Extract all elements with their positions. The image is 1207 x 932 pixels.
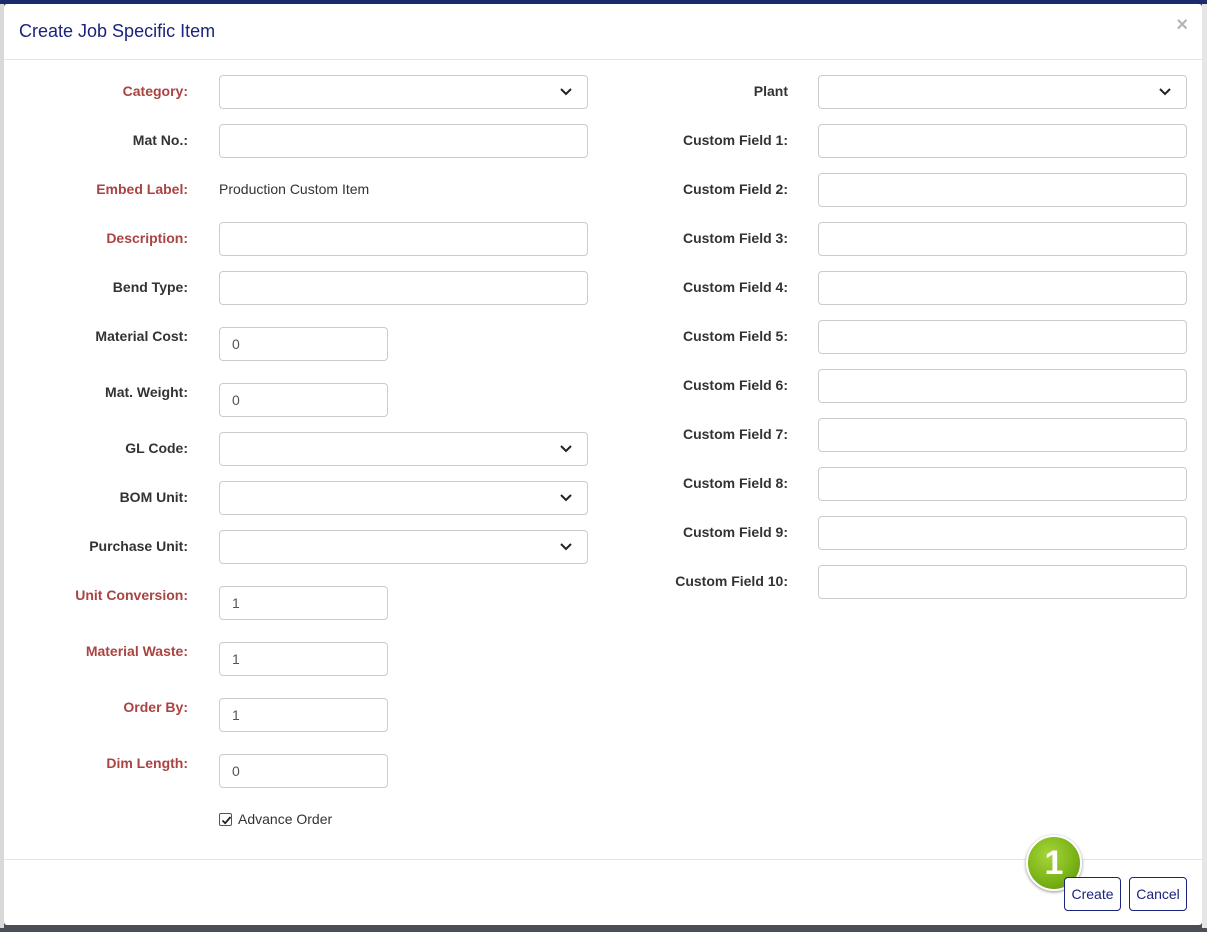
- close-icon[interactable]: ×: [1176, 15, 1188, 35]
- custom-field-4-input[interactable]: [818, 271, 1187, 305]
- create-job-item-modal: Create Job Specific Item × Category: Mat…: [4, 4, 1202, 925]
- material-waste-label: Material Waste:: [85, 643, 188, 659]
- plant-select[interactable]: [818, 75, 1187, 109]
- custom-field-9-label: Custom Field 9:: [682, 524, 788, 540]
- chevron-down-icon: [560, 445, 572, 453]
- custom-field-6-label: Custom Field 6:: [682, 377, 788, 393]
- chevron-down-icon: [560, 543, 572, 551]
- custom-field-7-label: Custom Field 7:: [682, 426, 788, 442]
- custom-field-2-input[interactable]: [818, 173, 1187, 207]
- chevron-down-icon: [1159, 88, 1171, 96]
- modal-footer: 1 Create Cancel: [4, 835, 1202, 925]
- checkmark-icon: [221, 815, 232, 825]
- plant-label: Plant: [753, 83, 788, 99]
- material-waste-input[interactable]: [219, 642, 388, 676]
- custom-field-3-label: Custom Field 3:: [682, 230, 788, 246]
- purchase-unit-label: Purchase Unit:: [89, 538, 188, 554]
- custom-field-5-input[interactable]: [818, 320, 1187, 354]
- dim-length-label: Dim Length:: [106, 755, 188, 771]
- checkbox-box[interactable]: [219, 812, 232, 826]
- custom-field-3-input[interactable]: [818, 222, 1187, 256]
- custom-field-1-input[interactable]: [818, 124, 1187, 158]
- unit-conversion-input[interactable]: [219, 586, 388, 620]
- background-edge-right: [1202, 4, 1207, 928]
- modal-title: Create Job Specific Item: [19, 21, 216, 41]
- bom-unit-label: BOM Unit:: [119, 489, 188, 505]
- advance-order-label: Advance Order: [238, 811, 333, 827]
- custom-field-2-label: Custom Field 2:: [682, 181, 788, 197]
- custom-field-1-label: Custom Field 1:: [682, 132, 788, 148]
- modal-header: Create Job Specific Item ×: [4, 4, 1202, 60]
- gl-code-label: GL Code:: [125, 440, 188, 456]
- custom-field-6-input[interactable]: [818, 369, 1187, 403]
- custom-field-8-input[interactable]: [818, 467, 1187, 501]
- custom-field-10-input[interactable]: [818, 565, 1187, 599]
- custom-field-7-input[interactable]: [818, 418, 1187, 452]
- custom-field-5-label: Custom Field 5:: [682, 328, 788, 344]
- order-by-label: Order By:: [123, 699, 188, 715]
- unit-conversion-label: Unit Conversion:: [75, 587, 188, 603]
- custom-field-8-label: Custom Field 8:: [682, 475, 788, 491]
- order-by-input[interactable]: [219, 698, 388, 732]
- custom-field-9-input[interactable]: [818, 516, 1187, 550]
- create-button[interactable]: Create: [1064, 877, 1121, 911]
- cancel-button[interactable]: Cancel: [1129, 877, 1187, 911]
- dim-length-input[interactable]: [219, 754, 388, 788]
- custom-field-4-label: Custom Field 4:: [682, 279, 788, 295]
- custom-field-10-label: Custom Field 10:: [675, 573, 788, 589]
- advance-order-checkbox[interactable]: Advance Order: [219, 811, 332, 827]
- chevron-down-icon: [560, 494, 572, 502]
